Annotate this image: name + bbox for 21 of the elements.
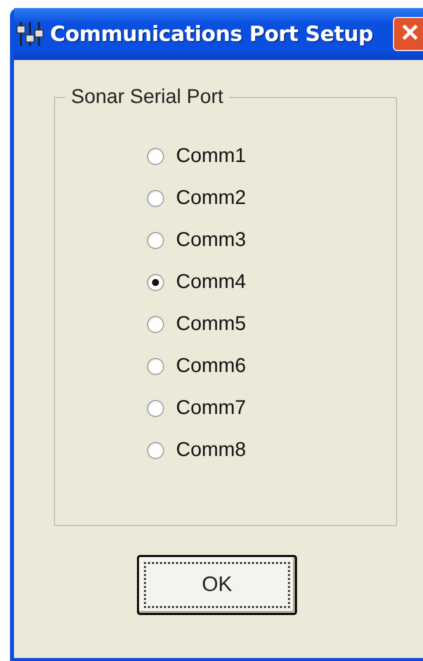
- radio-button[interactable]: [147, 400, 164, 417]
- radio-option[interactable]: Comm1: [147, 145, 396, 168]
- ok-button[interactable]: OK: [137, 555, 297, 615]
- radio-button[interactable]: [147, 358, 164, 375]
- sliders-icon: [16, 21, 44, 47]
- radio-button[interactable]: [147, 232, 164, 249]
- radio-option[interactable]: Comm3: [147, 229, 396, 252]
- radio-option[interactable]: Comm5: [147, 313, 396, 336]
- group-title: Sonar Serial Port: [70, 86, 224, 109]
- radio-option[interactable]: Comm4: [147, 271, 396, 294]
- radio-button[interactable]: [147, 274, 164, 291]
- radio-button[interactable]: [147, 148, 164, 165]
- radio-button[interactable]: [147, 442, 164, 459]
- radio-option[interactable]: Comm8: [147, 439, 396, 462]
- radio-option[interactable]: Comm2: [147, 187, 396, 210]
- radio-button[interactable]: [147, 316, 164, 333]
- radio-button[interactable]: [147, 190, 164, 207]
- close-button[interactable]: ✕: [393, 17, 423, 51]
- window-title: Communications Port Setup: [50, 22, 374, 46]
- radio-option[interactable]: Comm7: [147, 397, 396, 420]
- radio-option[interactable]: Comm6: [147, 355, 396, 378]
